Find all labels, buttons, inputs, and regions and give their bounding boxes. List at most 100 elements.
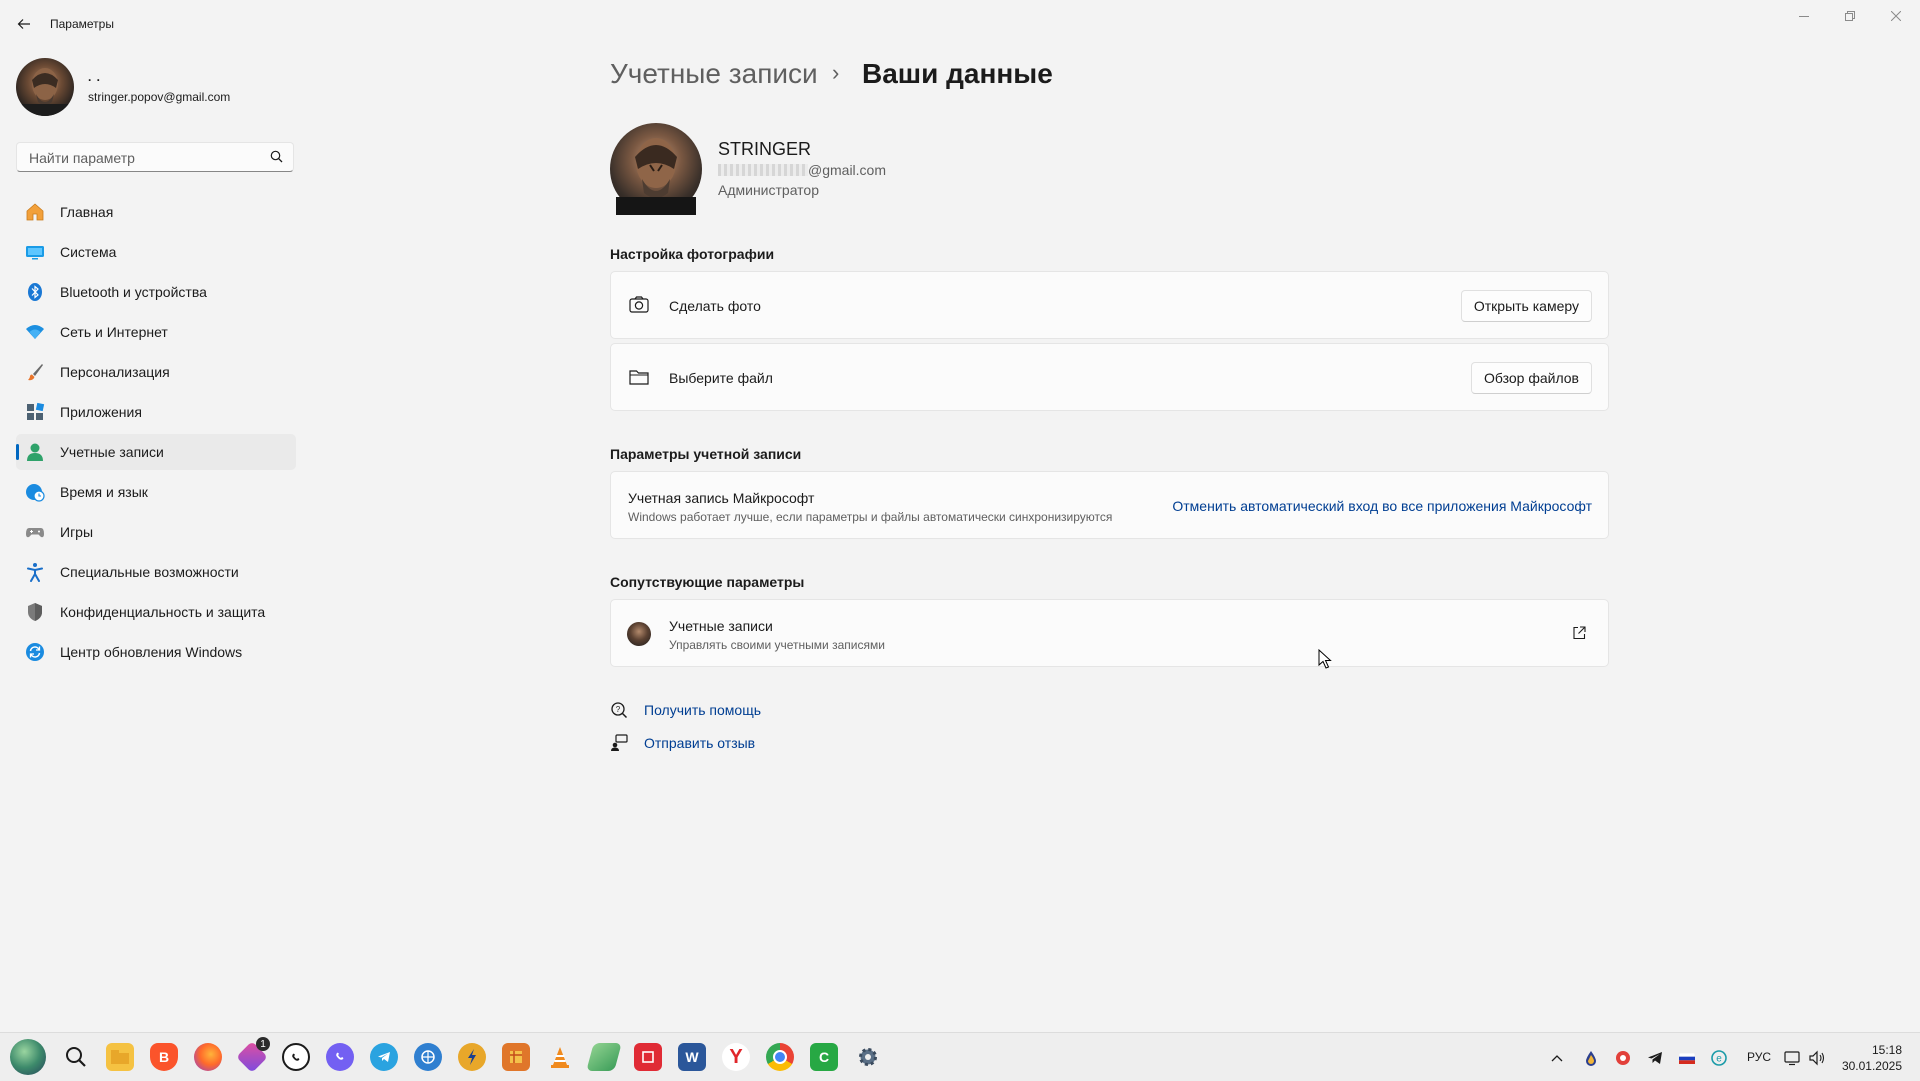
sidebar-item-label: Главная [60, 204, 114, 220]
account-avatar-icon [627, 622, 651, 646]
get-help-link[interactable]: Получить помощь [644, 702, 761, 718]
vlc-player-icon[interactable] [546, 1043, 574, 1071]
related-section-title: Сопутствующие параметры [610, 574, 805, 590]
sidebar-item-label: Bluetooth и устройства [60, 284, 207, 300]
search-icon[interactable] [270, 150, 283, 163]
russian-flag-icon [1678, 1049, 1696, 1067]
file-explorer-icon[interactable] [106, 1043, 134, 1071]
choose-file-card: Выберите файл Обзор файлов [610, 343, 1609, 411]
svg-text:e: e [1716, 1054, 1722, 1065]
whatsapp-icon[interactable] [282, 1043, 310, 1071]
accessibility-icon [24, 561, 46, 583]
send-feedback-link[interactable]: Отправить отзыв [644, 735, 755, 751]
gamepad-icon [24, 521, 46, 543]
sidebar-item-system[interactable]: Система [16, 234, 296, 270]
taskbar-search-icon[interactable] [62, 1043, 90, 1071]
open-camera-button[interactable]: Открыть камеру [1460, 290, 1592, 322]
close-button[interactable] [1873, 6, 1919, 26]
back-arrow-icon [17, 19, 30, 29]
account-section-title: Параметры учетной записи [610, 446, 802, 462]
profile-role: Администратор [718, 182, 820, 198]
network-status-icon[interactable] [1784, 1049, 1802, 1067]
stop-auto-signin-link[interactable]: Отменить автоматический вход во все прил… [1172, 498, 1592, 514]
profile-image-icon [616, 138, 696, 217]
accounts-link-title: Учетные записи [669, 618, 773, 634]
firefox-icon[interactable] [194, 1043, 222, 1071]
sidebar-item-personalization[interactable]: Персонализация [16, 354, 296, 390]
avatar-image-icon [20, 68, 70, 116]
sidebar-item-gaming[interactable]: Игры [16, 514, 296, 550]
window-title: Параметры [50, 17, 114, 31]
update-icon [24, 641, 46, 663]
clock-date: 30.01.2025 [1841, 1059, 1902, 1073]
media-app-icon[interactable] [458, 1043, 486, 1071]
microsoft-account-subtitle: Windows работает лучше, если параметры и… [628, 510, 1113, 524]
sidebar-item-time-language[interactable]: Время и язык [16, 474, 296, 510]
clock-time: 15:18 [1871, 1043, 1902, 1057]
close-icon [1891, 11, 1901, 21]
show-hidden-icons-icon[interactable] [1548, 1049, 1566, 1067]
sidebar-item-label: Приложения [60, 404, 142, 420]
sidebar-item-label: Центр обновления Windows [60, 644, 243, 660]
tray-ie-icon[interactable]: e [1710, 1049, 1728, 1067]
browse-files-button[interactable]: Обзор файлов [1471, 362, 1592, 394]
pdf-app-icon[interactable] [634, 1043, 662, 1071]
sidebar-item-home[interactable]: Главная [16, 194, 296, 230]
choose-file-label: Выберите файл [669, 370, 773, 386]
restore-button[interactable] [1827, 6, 1873, 26]
sidebar-item-windows-update[interactable]: Центр обновления Windows [16, 634, 296, 670]
settings-gear-icon[interactable] [854, 1043, 882, 1071]
back-button[interactable] [10, 10, 38, 38]
volume-icon[interactable] [1808, 1049, 1826, 1067]
sidebar-item-label: Персонализация [60, 364, 170, 380]
sidebar-item-label: Игры [60, 524, 94, 540]
bluetooth-icon [24, 281, 46, 303]
help-icon: ? [610, 701, 628, 724]
viber-icon[interactable] [326, 1043, 354, 1071]
sidebar-item-privacy[interactable]: Конфиденциальность и защита [16, 594, 296, 630]
tray-app-color-icon[interactable] [1614, 1049, 1632, 1067]
minimize-button[interactable] [1781, 6, 1827, 26]
word-icon[interactable]: W [678, 1043, 706, 1071]
profile-picture [610, 123, 702, 217]
archive-app-icon[interactable] [502, 1043, 530, 1071]
take-photo-label: Сделать фото [669, 298, 761, 314]
accounts-link-subtitle: Управлять своими учетными записями [669, 638, 885, 652]
sidebar-item-label: Сеть и Интернет [60, 324, 168, 340]
start-button-icon[interactable] [10, 1039, 46, 1075]
sidebar-item-bluetooth[interactable]: Bluetooth и устройства [16, 274, 296, 310]
sidebar-item-apps[interactable]: Приложения [16, 394, 296, 430]
user-avatar[interactable] [16, 58, 74, 116]
search-input[interactable] [27, 148, 261, 168]
camtasia-icon[interactable]: C [810, 1043, 838, 1071]
minimize-icon [1799, 16, 1809, 17]
system-icon [24, 241, 46, 263]
apps-icon [24, 401, 46, 423]
sidebar-item-accounts[interactable]: Учетные записи [16, 434, 296, 470]
globe-clock-icon [24, 481, 46, 503]
shield-icon [24, 601, 46, 623]
wifi-icon [24, 321, 46, 343]
sidebar-item-network[interactable]: Сеть и Интернет [16, 314, 296, 350]
brave-browser-icon[interactable]: B [150, 1043, 178, 1071]
search-box[interactable] [16, 142, 294, 172]
breadcrumb-parent[interactable]: Учетные записи [610, 58, 818, 90]
external-link-icon[interactable] [1572, 626, 1586, 645]
telegram-icon[interactable] [370, 1043, 398, 1071]
sidebar-item-accessibility[interactable]: Специальные возможности [16, 554, 296, 590]
system-clock[interactable]: 15:18 30.01.2025 [1842, 1042, 1902, 1074]
camera-icon [629, 296, 649, 314]
microsoft-account-card: Учетная запись Майкрософт Windows работа… [610, 471, 1609, 539]
yandex-browser-icon[interactable]: Y [722, 1043, 750, 1071]
network-app-icon[interactable] [414, 1043, 442, 1071]
accounts-link-card[interactable]: Учетные записи Управлять своими учетными… [610, 599, 1609, 667]
profile-email: @gmail.com [808, 162, 887, 178]
chrome-icon[interactable] [766, 1043, 794, 1071]
tray-telegram-icon[interactable] [1646, 1049, 1664, 1067]
tray-app-drop-icon[interactable] [1582, 1049, 1600, 1067]
input-language-indicator[interactable]: РУС [1747, 1050, 1771, 1064]
sidebar-item-label: Конфиденциальность и защита [60, 604, 266, 620]
accounts-icon [24, 441, 46, 463]
notes-app-icon[interactable] [586, 1043, 622, 1071]
home-icon [24, 201, 46, 223]
